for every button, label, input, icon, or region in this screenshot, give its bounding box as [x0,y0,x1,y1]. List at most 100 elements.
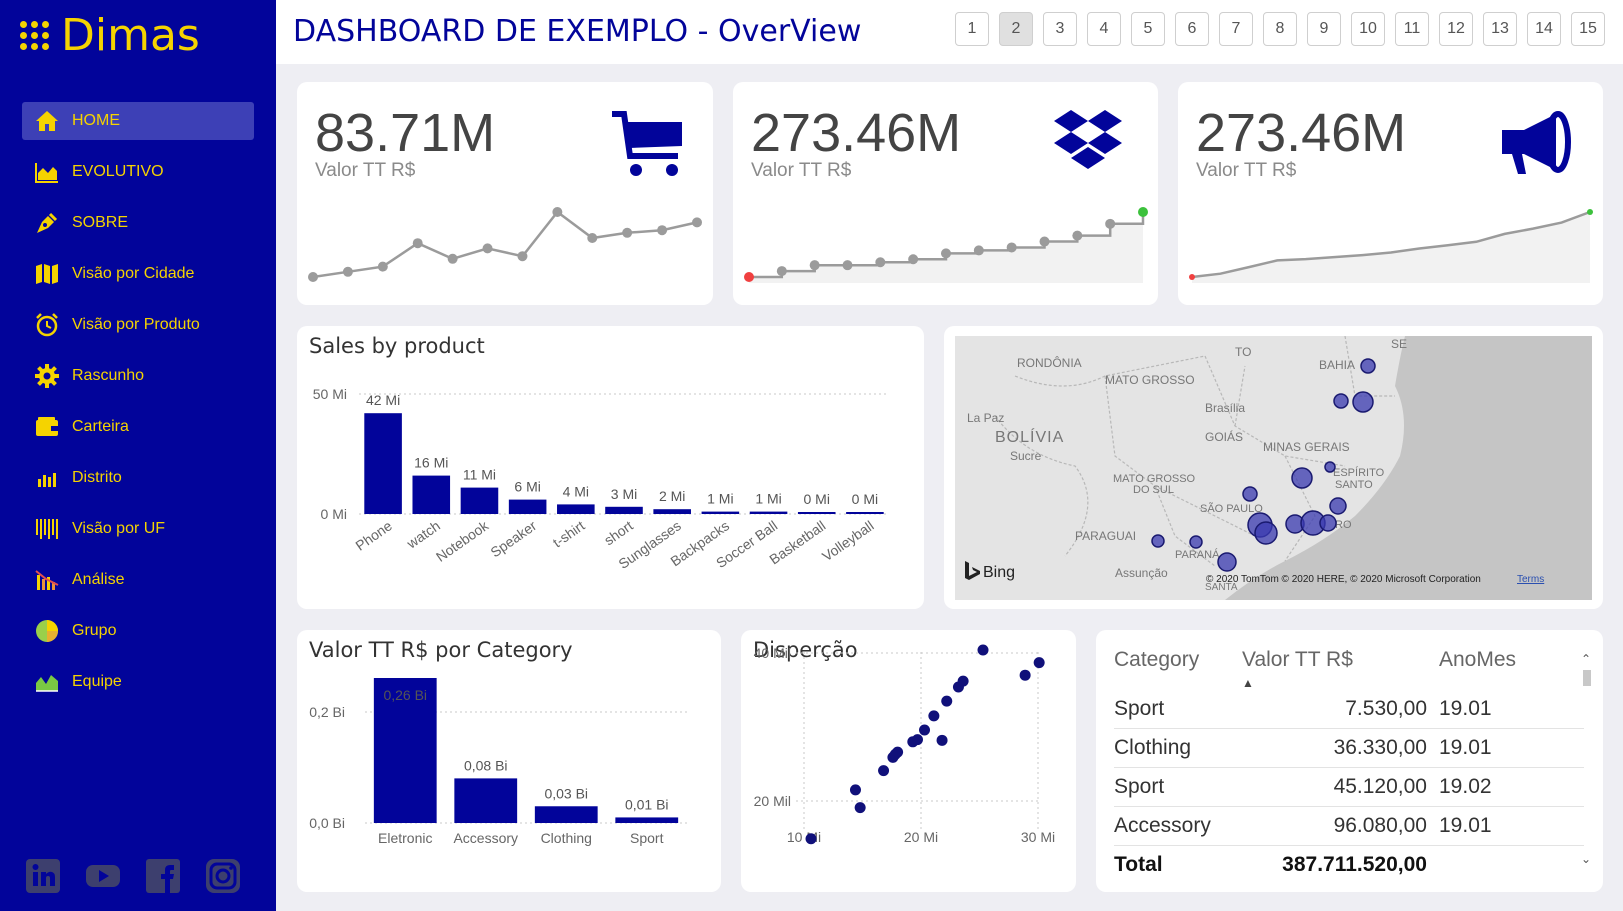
nav-item-visao-uf[interactable]: Visão por UF [22,510,254,548]
map-bubble[interactable] [1319,514,1337,532]
page-button-8[interactable]: 8 [1263,12,1297,46]
scatter-chart[interactable]: 10 Mi 20 Mi 30 Mi40 Mil20 Mil [741,630,1076,892]
scroll-thumb[interactable] [1583,670,1591,686]
sparkline-point[interactable] [1138,207,1148,217]
sparkline-point[interactable] [377,261,388,272]
page-button-7[interactable]: 7 [1219,12,1253,46]
linkedin-icon[interactable] [25,858,61,894]
nav-item-grupo[interactable]: Grupo [22,612,254,650]
youtube-icon[interactable] [85,858,121,894]
page-button-2[interactable]: 2 [999,12,1033,46]
sparkline-point[interactable] [973,245,984,256]
bar[interactable] [460,487,499,514]
sparkline-point[interactable] [692,217,702,228]
sparkline-point[interactable] [1072,230,1083,241]
map-bubble[interactable] [1291,467,1313,489]
scatter-point[interactable] [919,724,931,736]
table-scrollbar[interactable]: ⌃ ⌄ [1581,652,1593,872]
bar[interactable] [508,499,547,514]
nav-item-analise[interactable]: Análise [22,561,254,599]
sparkline-point[interactable] [482,243,493,254]
map-bubble[interactable] [1217,552,1237,572]
nav-item-equipe[interactable]: Equipe [22,663,254,701]
bar[interactable] [846,512,884,514]
table-row[interactable]: Accessory 96.080,00 19.01 [1114,807,1584,846]
bar[interactable] [364,413,402,514]
sparkline-point[interactable] [447,253,458,264]
page-button-12[interactable]: 12 [1439,12,1473,46]
map-bubble[interactable] [1324,461,1336,473]
scroll-up-icon[interactable]: ⌃ [1581,652,1591,666]
page-button-4[interactable]: 4 [1087,12,1121,46]
page-button-10[interactable]: 10 [1351,12,1385,46]
page-button-9[interactable]: 9 [1307,12,1341,46]
page-button-15[interactable]: 15 [1571,12,1605,46]
sparkline-end-point[interactable] [1587,209,1593,215]
page-button-5[interactable]: 5 [1131,12,1165,46]
sparkline-point[interactable] [908,254,919,265]
table-row[interactable]: Sport 7.530,00 19.01 [1114,690,1584,729]
sparkline-point[interactable] [1006,242,1017,253]
scatter-point[interactable] [1019,669,1031,681]
bar[interactable] [701,511,740,514]
nav-item-rascunho[interactable]: Rascunho [22,357,254,395]
sparkline-point[interactable] [517,251,528,262]
scatter-point[interactable] [854,802,866,814]
map-terms-link[interactable]: Terms [1517,574,1544,585]
sparkline-point[interactable] [552,207,563,217]
bar[interactable] [615,817,679,823]
map-visual[interactable]: RONDÔNIA MATO GROSSO TO BAHIA SE La Paz … [955,336,1592,600]
nav-item-sobre[interactable]: SOBRE [22,204,254,242]
sparkline-point[interactable] [657,225,668,236]
table-row[interactable]: Clothing 36.330,00 19.01 [1114,729,1584,768]
sparkline-start-point[interactable] [1189,274,1195,280]
table-row[interactable]: Sport 45.120,00 19.02 [1114,768,1584,807]
category-bar-chart[interactable]: 0,2 Bi 0,0 Bi 0,26 Bi Eletronic 0,08 Bi Acces… [297,630,721,892]
page-button-13[interactable]: 13 [1483,12,1517,46]
sparkline-point[interactable] [308,272,318,282]
sparkline-point[interactable] [941,248,951,259]
scatter-point[interactable] [892,746,904,758]
scatter-point[interactable] [957,675,969,687]
scatter-point[interactable] [849,784,861,796]
bar[interactable] [534,806,598,823]
bar[interactable] [653,509,691,514]
scatter-point[interactable] [928,710,940,722]
nav-item-visao-produto[interactable]: Visão por Produto [22,306,254,344]
nav-item-evolutivo[interactable]: EVOLUTIVO [22,153,254,191]
map-bubble[interactable] [1360,358,1376,374]
scatter-point[interactable] [911,734,923,746]
bar[interactable] [605,506,643,514]
page-button-6[interactable]: 6 [1175,12,1209,46]
sparkline-point[interactable] [1105,218,1116,229]
column-header-valor[interactable]: Valor TT R$ ▲ [1242,648,1439,690]
sparkline-point[interactable] [622,227,633,238]
bar[interactable] [557,504,595,514]
sparkline-point[interactable] [342,266,353,277]
sparkline-point[interactable] [842,260,853,271]
sparkline-point[interactable] [776,266,787,277]
scroll-down-icon[interactable]: ⌄ [1581,852,1591,866]
nav-item-home[interactable]: HOME [22,102,254,140]
instagram-icon[interactable] [205,858,241,894]
bar[interactable] [412,475,451,514]
bar[interactable] [797,512,836,514]
bar[interactable] [454,778,518,823]
column-header-anomes[interactable]: AnoMes [1439,648,1539,672]
scatter-point[interactable] [977,644,989,656]
bar[interactable] [749,511,788,514]
sparkline-point[interactable] [744,272,754,282]
sparkline-point[interactable] [1039,236,1050,247]
nav-item-distrito[interactable]: Distrito [22,459,254,497]
nav-item-carteira[interactable]: Carteira [22,408,254,446]
map-bubble[interactable] [1242,486,1258,502]
nav-item-visao-cidade[interactable]: Visão por Cidade [22,255,254,293]
map-bubble[interactable] [1333,393,1349,409]
page-button-14[interactable]: 14 [1527,12,1561,46]
page-button-11[interactable]: 11 [1395,12,1429,46]
map-bubble[interactable] [1189,535,1203,549]
scatter-point[interactable] [805,833,817,845]
column-header-category[interactable]: Category [1114,648,1242,672]
scatter-point[interactable] [1033,657,1045,669]
map-bubble[interactable] [1151,534,1165,548]
